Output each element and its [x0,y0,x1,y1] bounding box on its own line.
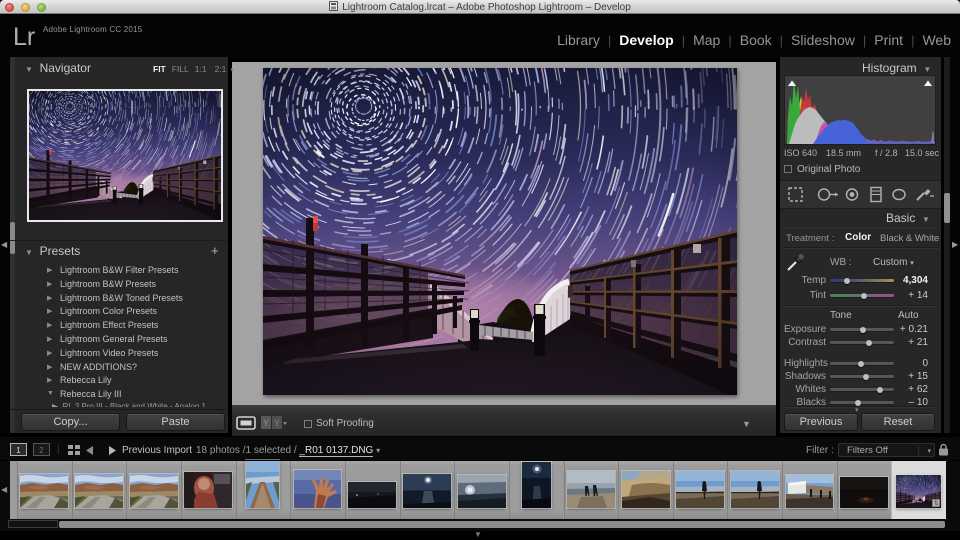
svg-text:Y: Y [263,418,269,428]
svg-text:Y: Y [274,418,280,428]
